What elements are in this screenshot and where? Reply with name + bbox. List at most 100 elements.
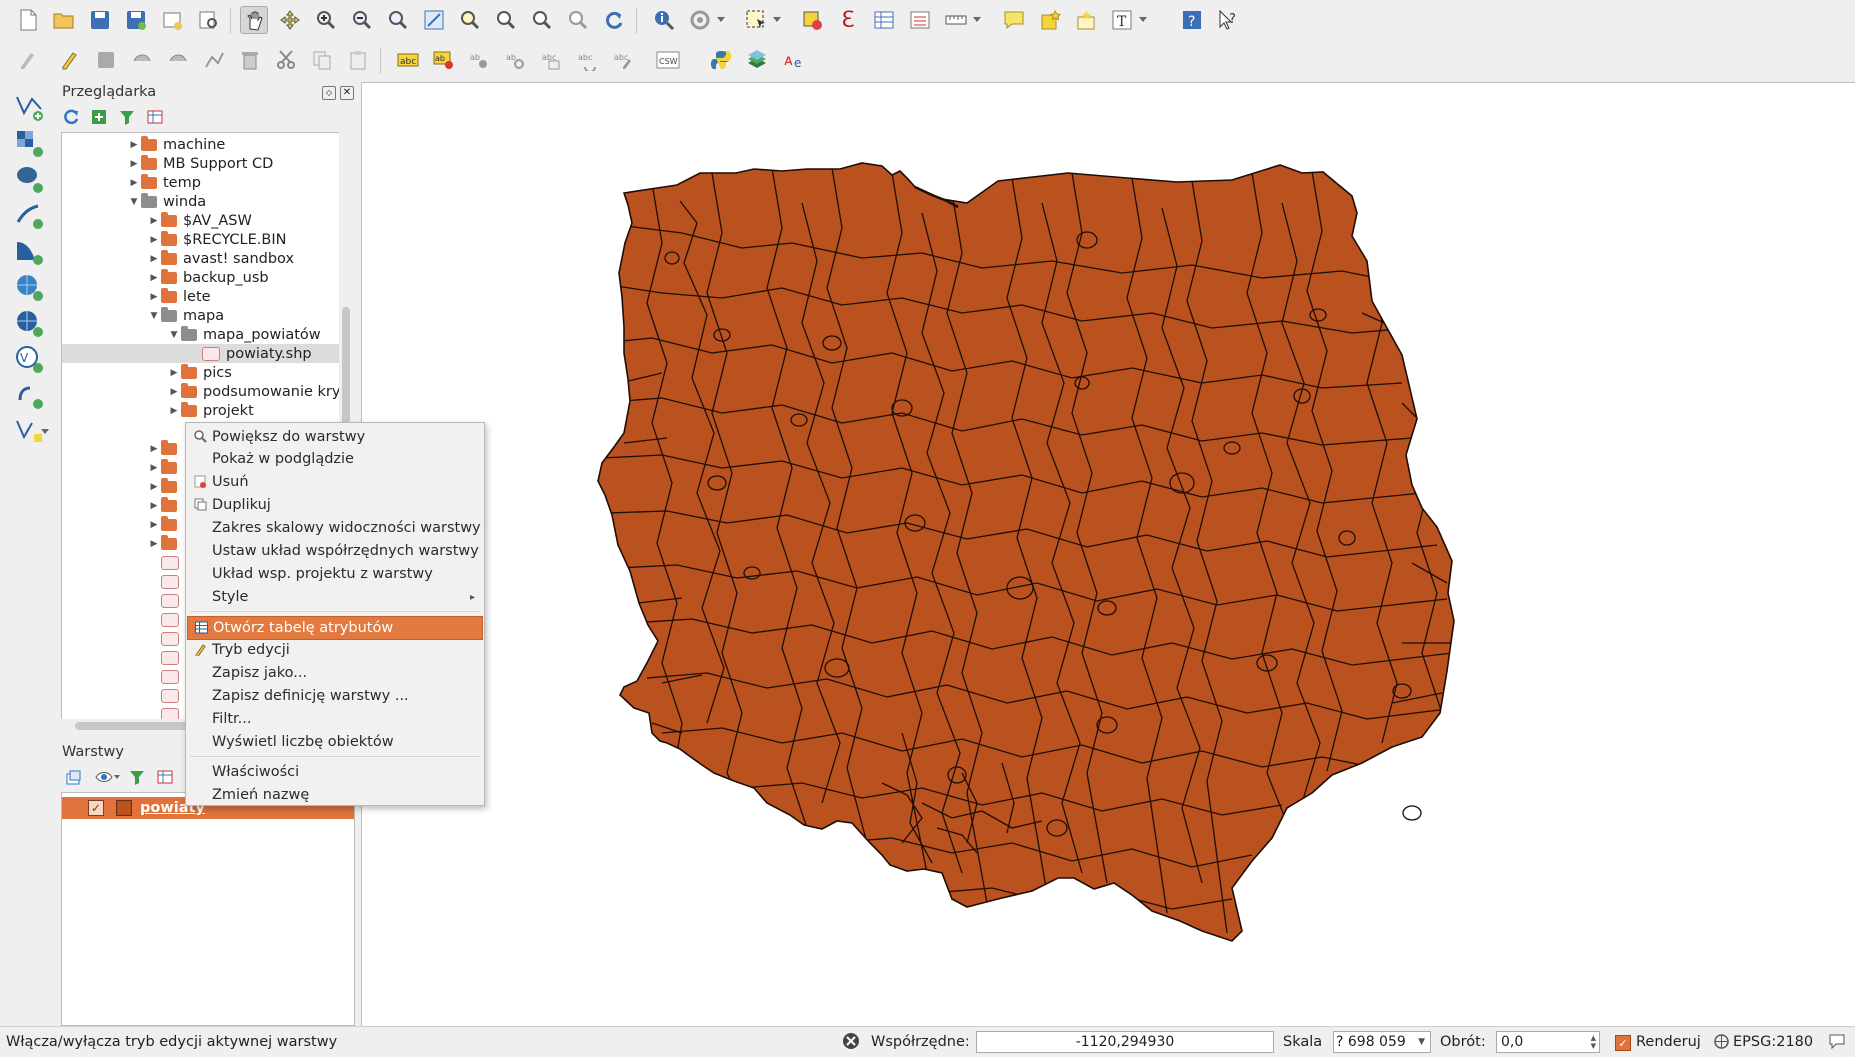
menu-item-open-attribute-table[interactable]: Otwórz tabelę atrybutów (187, 616, 483, 640)
map-canvas[interactable] (361, 82, 1855, 1027)
zoom-in-icon[interactable] (312, 6, 340, 34)
tree-item-selected[interactable]: powiaty.shp (62, 344, 339, 363)
crs-globe-icon[interactable] (1714, 1034, 1729, 1053)
paste-features-icon[interactable] (344, 46, 372, 74)
expand-arrow-icon[interactable]: ▶ (127, 178, 141, 188)
tree-item[interactable]: ▼ mapa (147, 306, 224, 325)
change-label-icon[interactable]: abc (610, 46, 638, 74)
tree-item[interactable]: ▶ (147, 534, 183, 553)
tree-item[interactable]: ▶ (147, 515, 183, 534)
toggle-editing-icon[interactable] (56, 46, 84, 74)
zoom-last-icon[interactable] (528, 6, 556, 34)
tree-item[interactable]: ▶ projekt (167, 401, 254, 420)
menu-item-save-layer-definition[interactable]: Zapisz definicję warstwy ... (187, 685, 483, 707)
label-style-icon[interactable]: ab (430, 46, 458, 74)
whats-this-icon[interactable]: ? (1214, 6, 1242, 34)
menu-item-show-in-overview[interactable]: Pokaż w podglądzie (187, 448, 483, 470)
refresh-icon[interactable] (62, 108, 80, 126)
tree-item[interactable] (161, 667, 185, 686)
menu-item-filter[interactable]: Filtr... (187, 708, 483, 730)
copy-features-icon[interactable] (308, 46, 336, 74)
csw-icon[interactable]: CSW (654, 46, 682, 74)
expand-arrow-icon[interactable]: ▶ (167, 406, 181, 416)
tree-item[interactable]: ▶ $AV_ASW (147, 211, 252, 230)
float-panel-icon[interactable]: ◇ (322, 86, 336, 100)
expand-all-icon[interactable] (156, 768, 174, 786)
scrollbar-thumb[interactable] (342, 307, 350, 427)
rotation-spinbox[interactable]: 0,0 ▲ ▼ (1496, 1031, 1600, 1053)
scale-combobox[interactable]: ? 698 059 ▼ (1333, 1031, 1431, 1053)
collapse-arrow-icon[interactable]: ▼ (167, 330, 181, 340)
zoom-full-icon[interactable] (420, 6, 448, 34)
map-tips-icon[interactable] (1000, 6, 1028, 34)
menu-item-properties[interactable]: Właściwości (187, 761, 483, 783)
chevron-down-icon[interactable] (970, 6, 984, 34)
expand-arrow-icon[interactable]: ▶ (147, 216, 161, 226)
tree-item[interactable] (161, 553, 185, 572)
tree-item[interactable]: ▶ (147, 477, 183, 496)
menu-item-toggle-editing[interactable]: Tryb edycji (187, 639, 483, 661)
close-panel-icon[interactable]: ✕ (340, 86, 354, 100)
render-checkbox[interactable]: ✓ (1615, 1035, 1631, 1051)
chevron-down-icon[interactable] (40, 422, 50, 452)
tree-item[interactable] (161, 686, 185, 705)
zoom-next-icon[interactable] (564, 6, 592, 34)
menu-item-remove[interactable]: Usuń (187, 471, 483, 493)
tree-item[interactable]: ▶ (147, 458, 183, 477)
help-contents-icon[interactable]: ? (1178, 6, 1206, 34)
expand-arrow-icon[interactable]: ▶ (147, 292, 161, 302)
menu-item-rename[interactable]: Zmień nazwę (187, 784, 483, 806)
chevron-down-icon[interactable] (1136, 6, 1150, 34)
add-wfs-layer-icon[interactable]: V (14, 344, 44, 374)
save-layer-edits-icon[interactable] (92, 46, 120, 74)
expand-arrow-icon[interactable]: ▶ (127, 140, 141, 150)
node-tool-icon[interactable] (200, 46, 228, 74)
expand-arrow-icon[interactable]: ▶ (167, 387, 181, 397)
field-calculator-icon[interactable] (906, 6, 934, 34)
add-postgis-layer-icon[interactable] (14, 164, 44, 194)
tree-item[interactable]: ▶ temp (127, 173, 201, 192)
tree-item[interactable]: ▶ machine (127, 135, 225, 154)
menu-item-zoom-to-layer[interactable]: Powiększ do warstwy (187, 426, 483, 448)
expand-arrow-icon[interactable]: ▶ (167, 368, 181, 378)
tree-item[interactable]: ▶ podsumowanie kryt (167, 382, 339, 401)
action-icon[interactable] (686, 6, 714, 34)
layer-visibility-checkbox[interactable]: ✓ (88, 800, 104, 816)
collapse-all-icon[interactable] (146, 108, 164, 126)
tree-item[interactable]: ▶ avast! sandbox (147, 249, 294, 268)
tree-item[interactable]: ▼ mapa_powiatów (167, 325, 321, 344)
menu-item-show-feature-count[interactable]: Wyświetl liczbę obiektów (187, 731, 483, 753)
messages-icon[interactable] (1828, 1032, 1846, 1054)
move-feature-icon[interactable] (164, 46, 192, 74)
filter-legend-icon[interactable] (128, 768, 146, 786)
add-mssql-layer-icon[interactable] (14, 236, 44, 266)
add-raster-layer-icon[interactable] (14, 128, 44, 158)
layer-symbol-swatch[interactable] (116, 800, 132, 816)
scrollbar-thumb[interactable] (75, 722, 195, 730)
open-project-icon[interactable] (50, 6, 78, 34)
tree-item[interactable] (161, 610, 185, 629)
menu-item-styles[interactable]: Style ▸ (187, 586, 483, 608)
save-project-icon[interactable] (86, 6, 114, 34)
tree-item[interactable]: ▶ $RECYCLE.BIN (147, 230, 286, 249)
tree-item[interactable]: ▶ (147, 496, 183, 515)
new-project-icon[interactable] (14, 6, 42, 34)
tree-item[interactable]: ▶ backup_usb (147, 268, 269, 287)
expand-arrow-icon[interactable]: ▶ (127, 159, 141, 169)
move-label-icon[interactable]: abc (538, 46, 566, 74)
expand-arrow-icon[interactable]: ▶ (147, 254, 161, 264)
zoom-to-layer-icon[interactable] (492, 6, 520, 34)
coordinates-field[interactable]: -1120,294930 (976, 1031, 1274, 1053)
menu-item-set-project-crs[interactable]: Układ wsp. projektu z warstwy (187, 563, 483, 585)
select-features-icon[interactable] (742, 6, 770, 34)
cut-features-icon[interactable] (272, 46, 300, 74)
tree-item[interactable]: ▼ winda (127, 192, 206, 211)
menu-item-scale-visibility[interactable]: Zakres skalowy widoczności warstwy (187, 517, 483, 539)
add-selected-layers-icon[interactable] (90, 108, 108, 126)
delete-selected-icon[interactable] (236, 46, 264, 74)
new-print-composer-icon[interactable] (158, 6, 186, 34)
current-edits-icon[interactable] (14, 46, 42, 74)
pan-to-selection-icon[interactable] (276, 6, 304, 34)
plugin-layers-icon[interactable] (743, 46, 771, 74)
coordinate-toggle-icon[interactable] (842, 1032, 860, 1054)
